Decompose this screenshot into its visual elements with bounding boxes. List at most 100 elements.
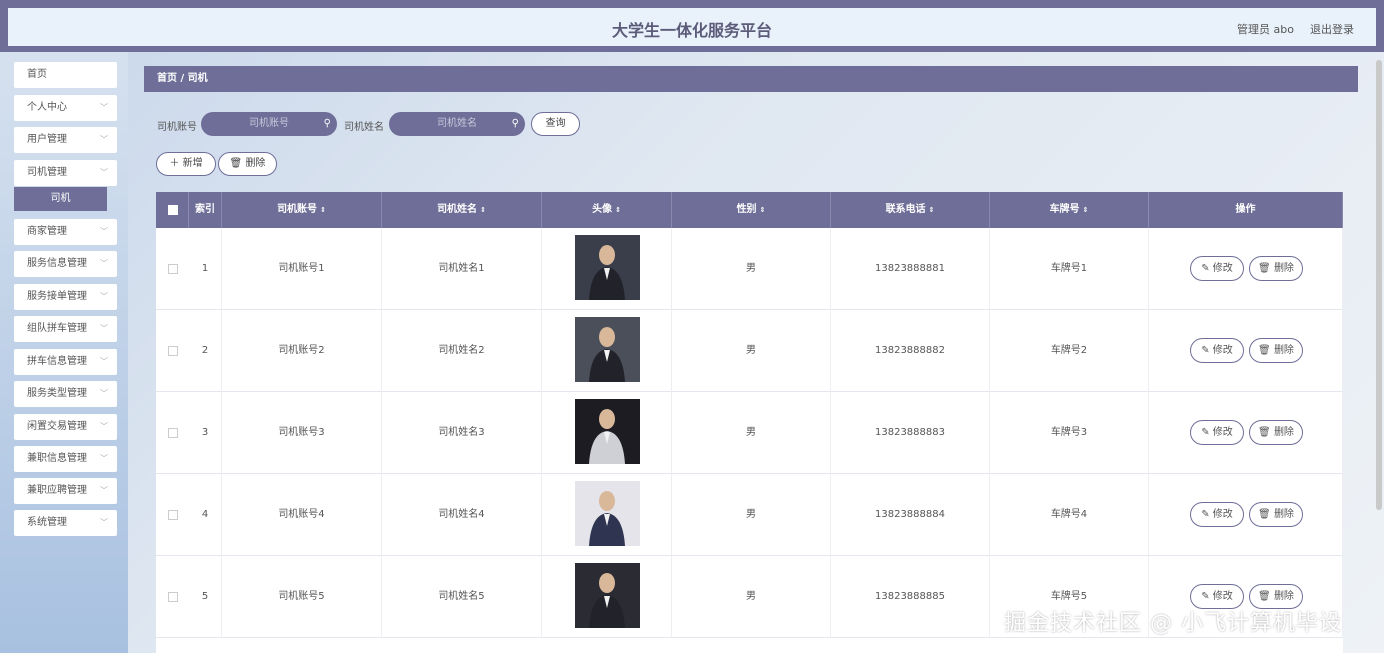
cell-avatar (542, 474, 672, 556)
chevron-down-icon: ﹀ (100, 422, 108, 431)
delete-button-label: 删除 (1273, 263, 1294, 274)
edit-button-label: 修改 (1212, 427, 1233, 438)
search-icon: ⚲ (323, 118, 331, 129)
sidebar-item[interactable]: 服务接单管理 ﹀ (14, 284, 117, 310)
edit-button[interactable]: ✎ 修改 (1190, 338, 1244, 363)
cell-phone: 13823888884 (831, 474, 990, 556)
cell-index: 4 (189, 474, 222, 556)
row-checkbox[interactable] (168, 346, 178, 356)
cell-avatar (542, 392, 672, 474)
edit-button-label: 修改 (1212, 591, 1233, 602)
row-checkbox[interactable] (168, 592, 178, 602)
cell-actions: ✎ 修改 🗑 删除 (1149, 392, 1343, 474)
sidebar-item-label: 服务接单管理 (27, 291, 87, 302)
search-icon: ⚲ (511, 118, 519, 129)
sidebar: 首页 个人中心 ﹀ 用户管理 ﹀ 司机管理 ﹀ 商家管理 ﹀ 服务信息管理 ﹀ 服务接单管理 ﹀ 组队拼车… (0, 52, 128, 653)
sidebar-item[interactable]: 首页 (14, 62, 117, 88)
column-header[interactable]: 司机账号 ⇕ (222, 192, 382, 228)
cell-phone: 13823888881 (831, 228, 990, 310)
sidebar-item[interactable]: 兼职应聘管理 ﹀ (14, 478, 117, 504)
cell-actions: ✎ 修改 🗑 删除 (1149, 474, 1343, 556)
cell-index: 5 (189, 556, 222, 638)
sidebar-item[interactable]: 拼车信息管理 ﹀ (14, 349, 117, 375)
cell-plate: 车牌号1 (990, 228, 1149, 310)
person-photo (589, 245, 625, 300)
sidebar-item[interactable]: 组队拼车管理 ﹀ (14, 316, 117, 342)
sidebar-item[interactable]: 闲置交易管理 ﹀ (14, 414, 117, 440)
select-all-checkbox[interactable] (168, 205, 178, 215)
sidebar-item[interactable]: 用户管理 ﹀ (14, 127, 117, 153)
edit-button[interactable]: ✎ 修改 (1190, 502, 1244, 527)
sort-icon: ⇕ (1082, 206, 1089, 214)
edit-icon: ✎ (1201, 591, 1210, 602)
chevron-down-icon: ﹀ (100, 454, 108, 463)
delete-button[interactable]: 🗑 删除 (1249, 338, 1303, 363)
sidebar-item-label: 系统管理 (27, 517, 67, 528)
column-header[interactable]: 头像 ⇕ (542, 192, 672, 228)
row-checkbox[interactable] (168, 510, 178, 520)
cell-actions: ✎ 修改 🗑 删除 (1149, 310, 1343, 392)
cell-plate: 车牌号2 (990, 310, 1149, 392)
column-header-label: 司机账号 (277, 204, 318, 215)
sidebar-item[interactable]: 服务信息管理 ﹀ (14, 251, 117, 277)
name-search-input[interactable]: 司机姓名 ⚲ (389, 112, 525, 136)
edit-button-label: 修改 (1212, 509, 1233, 520)
table-row: 3 司机账号3 司机姓名3 男 13823888883 车牌号3 ✎ 修改 🗑 删除 (156, 392, 1343, 474)
delete-button[interactable]: 🗑 删除 (1249, 256, 1303, 281)
column-header[interactable]: 联系电话 ⇕ (831, 192, 990, 228)
sidebar-item-label: 司机管理 (27, 167, 67, 178)
cell-name: 司机姓名1 (382, 228, 542, 310)
avatar[interactable] (575, 317, 640, 382)
query-button[interactable]: 查询 (531, 112, 580, 136)
sort-icon: ⇕ (615, 206, 621, 214)
sidebar-item[interactable]: 服务类型管理 ﹀ (14, 381, 117, 407)
cell-account: 司机账号4 (222, 474, 382, 556)
sidebar-item[interactable]: 司机管理 ﹀ (14, 160, 117, 186)
column-header-label: 头像 (592, 204, 613, 215)
delete-button-label: 删除 (1273, 427, 1294, 438)
avatar[interactable] (575, 481, 640, 546)
sidebar-item-label: 拼车信息管理 (27, 356, 87, 367)
trash-icon: 🗑 (1258, 509, 1271, 520)
cell-avatar (542, 310, 672, 392)
scrollbar[interactable] (1376, 60, 1382, 510)
cell-avatar (542, 556, 672, 638)
column-header[interactable]: 司机姓名 ⇕ (382, 192, 542, 228)
logout-link[interactable]: 退出登录 (1310, 21, 1354, 37)
avatar[interactable] (575, 399, 640, 464)
table-row: 2 司机账号2 司机姓名2 男 13823888882 车牌号2 ✎ 修改 🗑 删除 (156, 310, 1343, 392)
sidebar-item[interactable]: 个人中心 ﹀ (14, 95, 117, 121)
sort-icon: ⇕ (759, 206, 766, 214)
chevron-down-icon: ﹀ (100, 324, 108, 333)
cell-name: 司机姓名3 (382, 392, 542, 474)
account-search-input[interactable]: 司机账号 ⚲ (201, 112, 337, 136)
add-button[interactable]: ＋ 新增 (156, 152, 216, 176)
delete-button-label: 删除 (1273, 591, 1294, 602)
column-header[interactable]: 车牌号 ⇕ (990, 192, 1149, 228)
avatar[interactable] (575, 563, 640, 628)
bulk-delete-button[interactable]: 🗑 删除 (218, 152, 277, 176)
submenu-item-driver[interactable]: 司机 (14, 187, 107, 211)
chevron-down-icon: ﹀ (100, 357, 108, 366)
cell-phone: 13823888885 (831, 556, 990, 638)
avatar[interactable] (575, 235, 640, 300)
delete-button[interactable]: 🗑 删除 (1249, 420, 1303, 445)
row-checkbox[interactable] (168, 264, 178, 274)
sidebar-item-label: 首页 (27, 69, 47, 80)
trash-icon: 🗑 (1258, 345, 1271, 356)
sidebar-item[interactable]: 系统管理 ﹀ (14, 510, 117, 536)
sidebar-item[interactable]: 商家管理 ﹀ (14, 219, 117, 245)
user-label: 管理员 abo (1237, 23, 1294, 36)
column-header: 索引 (189, 192, 222, 228)
delete-button[interactable]: 🗑 删除 (1249, 502, 1303, 527)
column-header-label: 性别 (736, 204, 757, 215)
row-checkbox[interactable] (168, 428, 178, 438)
sort-icon: ⇕ (480, 206, 486, 214)
edit-button[interactable]: ✎ 修改 (1190, 256, 1244, 281)
column-header[interactable]: 性别 ⇕ (672, 192, 831, 228)
edit-button[interactable]: ✎ 修改 (1190, 420, 1244, 445)
header-select-cell (156, 192, 189, 228)
sidebar-item[interactable]: 兼职信息管理 ﹀ (14, 446, 117, 472)
cell-index: 1 (189, 228, 222, 310)
chevron-down-icon: ﹀ (100, 227, 108, 236)
